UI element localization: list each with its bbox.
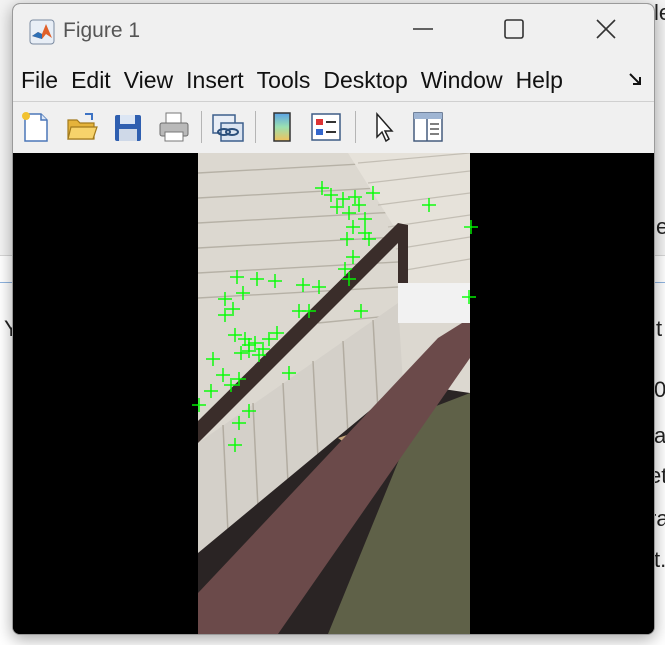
background-text-fragment: e xyxy=(656,214,665,239)
feature-point-marker xyxy=(346,220,360,234)
feature-point-marker xyxy=(338,262,352,276)
feature-point-marker xyxy=(342,272,356,286)
feature-point-marker xyxy=(218,292,232,306)
feature-point-marker xyxy=(192,398,206,412)
open-file-button[interactable] xyxy=(65,110,99,144)
feature-point-marker xyxy=(218,308,232,322)
link-plot-icon xyxy=(211,114,245,148)
menu-bar: File Edit View Insert Tools Desktop Wind… xyxy=(13,59,654,101)
insert-colorbar-button[interactable] xyxy=(265,110,299,144)
minimize-button[interactable] xyxy=(400,14,446,48)
feature-point-marker xyxy=(346,250,360,264)
background-text-fragment: 0 xyxy=(654,377,665,402)
feature-point-marker xyxy=(464,220,478,234)
feature-point-marker xyxy=(362,232,376,246)
close-icon xyxy=(595,18,617,44)
feature-point-marker xyxy=(352,198,366,212)
menu-edit[interactable]: Edit xyxy=(66,67,116,94)
new-figure-button[interactable] xyxy=(19,110,53,144)
property-inspector-button[interactable] xyxy=(411,110,445,144)
feature-point-marker xyxy=(232,372,246,386)
title-bar[interactable]: Figure 1 xyxy=(13,4,654,59)
feature-point-marker xyxy=(228,438,242,452)
new-file-icon xyxy=(19,112,53,148)
floppy-disk-icon xyxy=(111,115,145,148)
background-text-fragment: le xyxy=(654,0,665,25)
feature-point-marker xyxy=(250,272,264,286)
feature-point-marker xyxy=(348,190,362,204)
dock-arrow-icon[interactable] xyxy=(628,71,644,92)
toolbar-separator xyxy=(255,111,256,143)
feature-point-marker xyxy=(268,274,282,288)
feature-point-marker xyxy=(312,280,326,294)
feature-point-marker xyxy=(256,342,270,356)
background-text-fragment: t. xyxy=(654,547,665,572)
feature-point-marker xyxy=(366,186,380,200)
menu-help[interactable]: Help xyxy=(511,67,568,94)
figure-axes[interactable] xyxy=(13,153,654,634)
feature-point-marker xyxy=(230,270,244,284)
feature-point-marker xyxy=(324,188,338,202)
feature-point-marker xyxy=(242,404,256,418)
feature-point-marker xyxy=(340,232,354,246)
feature-point-marker xyxy=(302,304,316,318)
toolbar-separator xyxy=(201,111,202,143)
feature-point-marker xyxy=(228,328,242,342)
matlab-logo-icon xyxy=(29,19,55,45)
feature-point-marker xyxy=(232,416,246,430)
feature-point-marker xyxy=(238,332,252,346)
background-text-fragment: t xyxy=(656,316,663,341)
feature-point-marker xyxy=(422,198,436,212)
insert-legend-button[interactable] xyxy=(309,110,343,144)
window-title: Figure 1 xyxy=(63,19,141,42)
feature-point-marker xyxy=(262,332,276,346)
feature-point-marker xyxy=(252,348,266,362)
property-panel-icon xyxy=(411,112,445,148)
maximize-icon xyxy=(503,18,525,44)
feature-point-marker xyxy=(204,384,218,398)
feature-point-marker xyxy=(282,366,296,380)
feature-point-marker xyxy=(336,192,350,206)
menu-insert[interactable]: Insert xyxy=(181,67,249,94)
minimize-icon xyxy=(412,18,434,44)
legend-icon xyxy=(309,113,343,148)
feature-point-marker xyxy=(224,378,238,392)
feature-point-marker xyxy=(242,338,256,352)
menu-window[interactable]: Window xyxy=(416,67,508,94)
background-text-fragment: a xyxy=(654,423,665,448)
toolbar-separator xyxy=(355,111,356,143)
menu-file[interactable]: File xyxy=(16,67,63,94)
print-figure-button[interactable] xyxy=(157,110,191,144)
feature-point-marker xyxy=(462,290,476,304)
feature-point-marker xyxy=(358,226,372,240)
feature-points-layer xyxy=(192,181,478,452)
link-plot-button[interactable] xyxy=(211,110,245,144)
printer-icon xyxy=(157,112,191,148)
menu-desktop[interactable]: Desktop xyxy=(318,67,412,94)
feature-point-marker xyxy=(296,278,310,292)
feature-point-marker xyxy=(270,326,284,340)
feature-point-marker xyxy=(216,368,230,382)
figure-window[interactable]: Figure 1 File Edit View Insert Tools Des… xyxy=(12,3,655,635)
feature-point-marker xyxy=(354,304,368,318)
toolbar xyxy=(13,101,654,154)
pointer-arrow-icon xyxy=(367,112,401,148)
maximize-button[interactable] xyxy=(491,14,537,48)
feature-point-marker xyxy=(358,212,372,226)
feature-point-marker xyxy=(206,352,220,366)
feature-point-marker xyxy=(234,346,248,360)
feature-point-marker xyxy=(330,200,344,214)
edit-plot-button[interactable] xyxy=(367,110,401,144)
feature-point-marker xyxy=(315,181,329,195)
feature-point-marker xyxy=(342,206,356,220)
save-figure-button[interactable] xyxy=(111,110,145,144)
feature-point-marker xyxy=(226,302,240,316)
folder-open-icon xyxy=(65,113,99,148)
feature-point-marker xyxy=(236,286,250,300)
feature-point-marker xyxy=(248,336,262,350)
menu-view[interactable]: View xyxy=(119,67,178,94)
menu-tools[interactable]: Tools xyxy=(252,67,316,94)
close-button[interactable] xyxy=(583,14,629,48)
colorbar-icon xyxy=(265,112,299,148)
